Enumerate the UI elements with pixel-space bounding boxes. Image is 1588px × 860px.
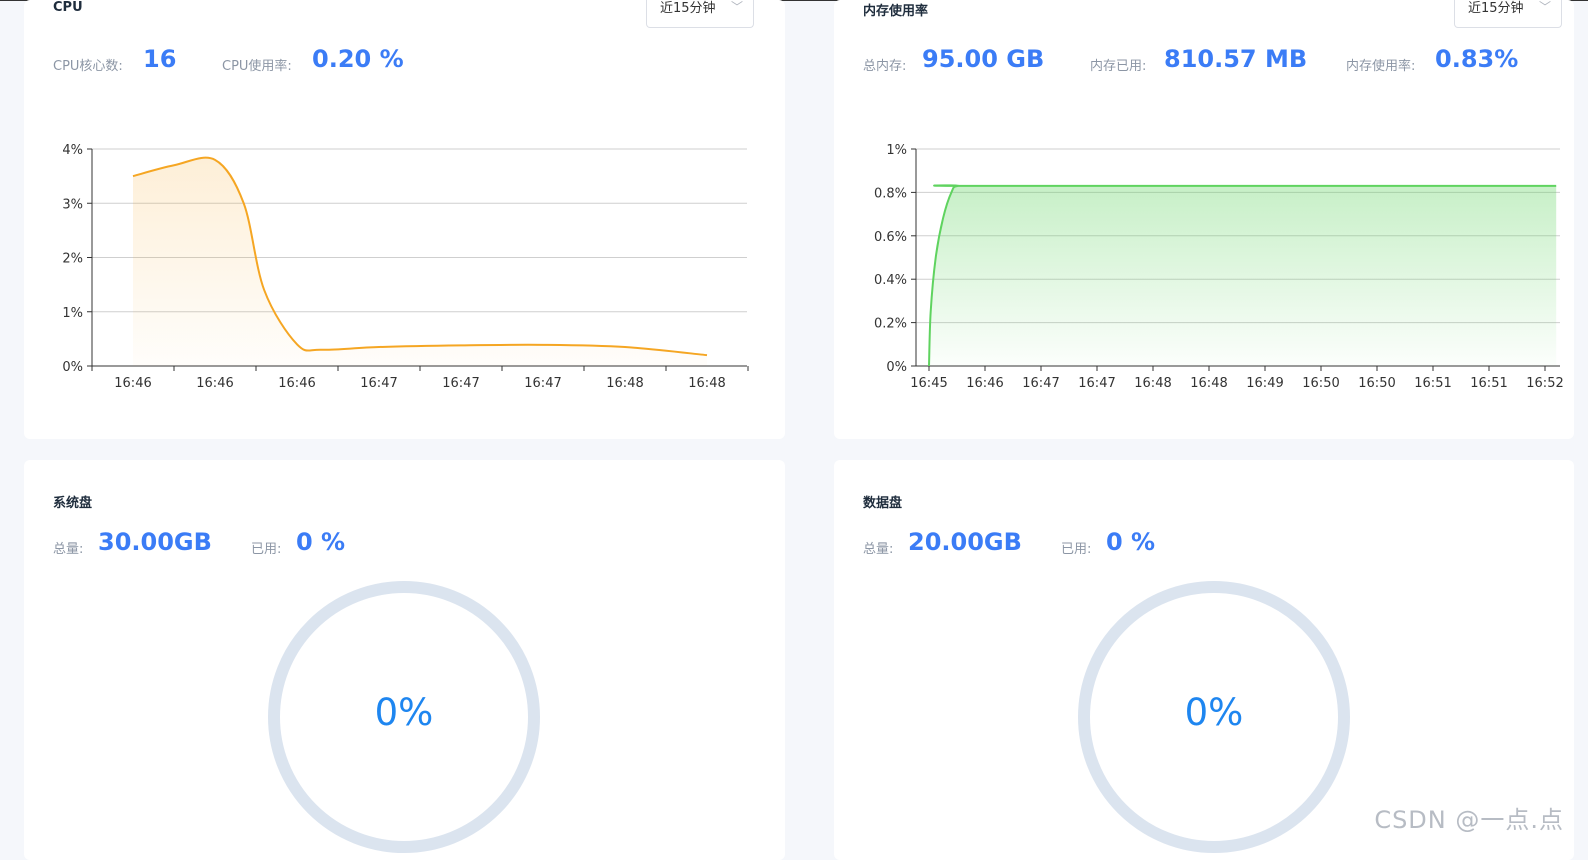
memory-range-select-label: 近15分钟 bbox=[1468, 1, 1524, 16]
series-area bbox=[133, 157, 707, 366]
x-tick-label: 16:47 bbox=[442, 376, 479, 390]
y-tick-label: 0.6% bbox=[874, 230, 907, 245]
y-tick-label: 1% bbox=[886, 143, 907, 158]
memory-usage-value: 0.83% bbox=[1435, 45, 1519, 73]
chevron-down-icon: ﹀ bbox=[730, 0, 743, 14]
y-tick-label: 0.8% bbox=[874, 186, 907, 201]
x-tick-label: 16:47 bbox=[524, 376, 561, 390]
x-tick-label: 16:51 bbox=[1470, 376, 1507, 390]
y-tick-label: 3% bbox=[62, 197, 83, 212]
x-tick-label: 16:50 bbox=[1358, 376, 1395, 390]
cpu-chart: 0% 1% 2% 3% 4% 16:46 16:46 16:46 16:47 16:47 16:47… bbox=[62, 143, 749, 390]
data-disk-used-label: 已用: bbox=[1061, 542, 1092, 557]
cpu-card-title: CPU bbox=[53, 0, 83, 15]
data-disk-used-value: 0 % bbox=[1106, 528, 1156, 556]
data-disk-title: 数据盘 bbox=[863, 496, 903, 511]
memory-used-label: 内存已用: bbox=[1090, 59, 1147, 74]
data-disk-gauge: 0% bbox=[1077, 580, 1351, 854]
cpu-usage-value: 0.20 % bbox=[312, 45, 404, 73]
cpu-range-select-label: 近15分钟 bbox=[660, 1, 716, 16]
x-tick-label: 16:47 bbox=[1078, 376, 1115, 390]
data-disk-total-label: 总量: bbox=[863, 542, 894, 557]
cpu-cores-value: 16 bbox=[143, 45, 177, 73]
y-tick-label: 4% bbox=[62, 143, 83, 158]
y-tick-label: 0.2% bbox=[874, 317, 907, 332]
y-tick-label: 0% bbox=[886, 360, 907, 375]
cpu-cores-label: CPU核心数: bbox=[53, 59, 123, 74]
x-tick-label: 16:49 bbox=[1246, 376, 1283, 390]
y-tick-label: 1% bbox=[62, 306, 83, 321]
x-tick-label: 16:47 bbox=[360, 376, 397, 390]
system-disk-used-label: 已用: bbox=[251, 542, 282, 557]
memory-usage-label: 内存使用率: bbox=[1346, 59, 1416, 74]
system-disk-gauge: 0% bbox=[267, 580, 541, 854]
system-disk-used-value: 0 % bbox=[296, 528, 346, 556]
memory-card-title: 内存使用率 bbox=[863, 4, 929, 19]
y-tick-label: 0% bbox=[62, 360, 83, 375]
x-tick-label: 16:48 bbox=[606, 376, 643, 390]
x-tick-label: 16:48 bbox=[1190, 376, 1227, 390]
system-disk-card: 系统盘 总量: 30.00GB 已用: 0 % 0% bbox=[24, 460, 785, 860]
x-tick-label: 16:48 bbox=[1134, 376, 1171, 390]
x-tick-label: 16:46 bbox=[966, 376, 1003, 390]
memory-total-value: 95.00 GB bbox=[922, 45, 1045, 73]
x-tick-label: 16:50 bbox=[1302, 376, 1339, 390]
x-tick-label: 16:46 bbox=[278, 376, 315, 390]
system-disk-title: 系统盘 bbox=[53, 496, 93, 511]
chevron-down-icon: ﹀ bbox=[1538, 0, 1551, 14]
cpu-range-select[interactable]: 近15分钟 ﹀ bbox=[646, 0, 754, 28]
memory-total-label: 总内存: bbox=[863, 59, 907, 74]
cpu-card: CPU 近15分钟 ﹀ CPU核心数: 16 CPU使用率: 0.20 % 0%… bbox=[24, 0, 785, 439]
system-disk-total-value: 30.00GB bbox=[98, 528, 212, 556]
memory-card: 内存使用率 近15分钟 ﹀ 总内存: 95.00 GB 内存已用: 810.57… bbox=[834, 0, 1574, 439]
x-tick-label: 16:51 bbox=[1414, 376, 1451, 390]
data-disk-total-value: 20.00GB bbox=[908, 528, 1022, 556]
watermark: CSDN @一点.点 bbox=[1374, 806, 1564, 834]
memory-chart: 0% 0.2% 0.4% 0.6% 0.8% 1% 16:45 16:46 16:47 16:47… bbox=[874, 143, 1564, 390]
x-tick-label: 16:46 bbox=[114, 376, 151, 390]
x-tick-label: 16:47 bbox=[1022, 376, 1059, 390]
y-tick-label: 0.4% bbox=[874, 273, 907, 288]
x-tick-label: 16:48 bbox=[688, 376, 725, 390]
data-disk-percent: 0% bbox=[1184, 691, 1244, 734]
x-tick-label: 16:45 bbox=[910, 376, 947, 390]
memory-used-value: 810.57 MB bbox=[1164, 45, 1308, 73]
y-tick-label: 2% bbox=[62, 252, 83, 267]
x-tick-label: 16:46 bbox=[196, 376, 233, 390]
system-disk-total-label: 总量: bbox=[53, 542, 84, 557]
cpu-usage-label: CPU使用率: bbox=[222, 59, 292, 74]
series-area bbox=[929, 185, 1557, 366]
memory-range-select[interactable]: 近15分钟 ﹀ bbox=[1454, 0, 1562, 28]
x-tick-label: 16:52 bbox=[1526, 376, 1563, 390]
system-disk-percent: 0% bbox=[374, 691, 434, 734]
